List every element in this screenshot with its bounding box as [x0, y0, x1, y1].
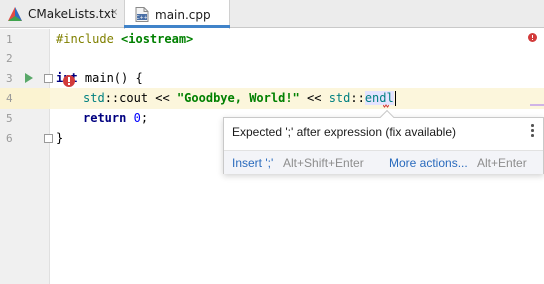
code-line-4[interactable]: std::cout << "Goodbye, World!" << std::e… — [83, 88, 397, 109]
error-squiggle — [383, 104, 389, 108]
error-icon[interactable] — [63, 75, 75, 87]
namespace-std: std — [83, 91, 105, 105]
identifier-cout: cout — [119, 91, 149, 105]
error-stripe-mark[interactable] — [530, 104, 544, 106]
semicolon: ; — [140, 111, 149, 125]
tab-cmakelists[interactable]: CMakeLists.txt × — [0, 0, 124, 28]
tab-main-cpp[interactable]: C++ main.cpp — [124, 0, 230, 29]
closing-brace: } — [56, 131, 64, 145]
identifier-endl: endl — [364, 91, 394, 105]
svg-text:C++: C++ — [136, 15, 148, 21]
close-icon[interactable]: × — [110, 7, 118, 19]
string-literal: "Goodbye, World!" — [176, 91, 300, 105]
cmake-icon — [8, 7, 22, 21]
line-number: 3 — [6, 72, 13, 85]
include-target: <iostream> — [121, 32, 194, 46]
line-number: 4 — [6, 92, 13, 105]
code-line-5[interactable]: return 0; — [83, 108, 148, 129]
popup-actions-bar: Insert ';' Alt+Shift+Enter More actions.… — [224, 150, 543, 174]
line-number: 5 — [6, 112, 13, 125]
error-message: Expected ';' after expression (fix avail… — [232, 125, 457, 139]
more-actions-link[interactable]: More actions... — [389, 156, 468, 170]
fold-icon[interactable] — [44, 74, 53, 83]
error-stripe-icon[interactable] — [528, 33, 537, 42]
tab-label: CMakeLists.txt — [28, 7, 116, 21]
scope-operator: :: — [104, 91, 120, 105]
number-literal: 0 — [133, 111, 141, 125]
fold-icon[interactable] — [44, 134, 53, 143]
function-signature: main() { — [77, 71, 143, 85]
line-number: 6 — [6, 132, 13, 145]
include-directive: #include — [56, 32, 114, 46]
more-actions-shortcut: Alt+Enter — [477, 156, 527, 170]
text-caret — [394, 91, 397, 106]
code-line-1[interactable]: #include <iostream> — [56, 29, 193, 50]
tab-label: main.cpp — [155, 7, 211, 22]
stream-operator: << — [299, 91, 329, 105]
scope-operator: :: — [350, 91, 365, 105]
code-line-6[interactable]: } — [56, 128, 63, 149]
quick-fix-popup: Expected ';' after expression (fix avail… — [223, 109, 544, 174]
namespace-std: std — [328, 91, 351, 105]
more-options-icon[interactable] — [528, 123, 536, 139]
editor-tab-bar: CMakeLists.txt × C++ main.cpp — [0, 0, 544, 29]
line-number: 2 — [6, 52, 13, 65]
insert-semicolon-shortcut: Alt+Shift+Enter — [283, 156, 364, 170]
stream-operator: << — [148, 91, 177, 105]
line-number: 1 — [6, 33, 13, 46]
keyword-return: return — [83, 111, 127, 125]
insert-semicolon-link[interactable]: Insert ';' — [232, 156, 273, 170]
run-icon[interactable] — [25, 73, 33, 83]
cpp-file-icon: C++ — [135, 7, 149, 22]
